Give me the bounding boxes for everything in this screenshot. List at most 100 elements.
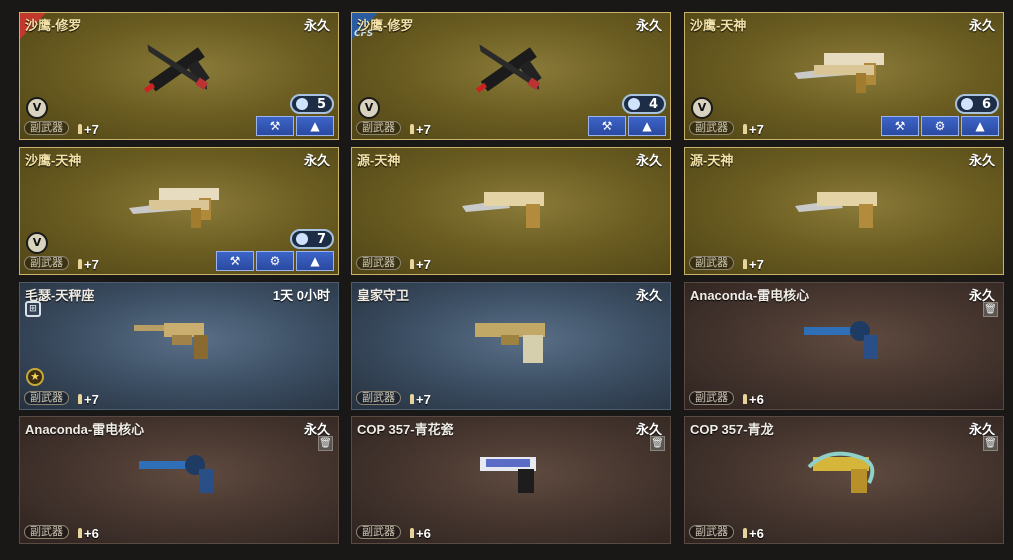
arrow-up-icon: ▲ [642,119,652,133]
category-tag: 副武器 [356,121,401,135]
weapon-card[interactable]: 沙鹰-修罗 永久 V 5 副武器 +7 ⚒ ▲ [19,12,339,140]
upgrade-level: +7 [749,122,764,137]
count-pill: 7 [290,229,334,249]
wrench-gear-icon: ⚒ [229,254,241,268]
weapon-card[interactable]: 源-天神 永久 副武器 +7 [351,147,671,275]
upgrade-level: +7 [84,392,99,407]
wrench-gear-icon: ⚒ [269,119,281,133]
bullet-icon [410,259,414,269]
upgrade-button[interactable]: ▲ [628,116,666,136]
weapon-name: COP 357-青花瓷 [357,422,454,437]
tools-button[interactable]: ⚒ [881,116,919,136]
count-pill: 6 [955,94,999,114]
upgrade-button[interactable]: ▲ [296,116,334,136]
weapon-image [143,44,210,93]
weapon-card[interactable]: Anaconda-雷电核心 永久 🗑 副武器 +6 [19,416,339,544]
category-tag: 副武器 [24,525,69,539]
upgrade-level: +6 [749,392,764,407]
upgrade-level: +6 [416,526,431,541]
v-badge-icon: V [358,97,380,119]
weapon-duration: 永久 [635,153,662,168]
bullet-icon [743,259,747,269]
arrow-up-icon: ▲ [310,254,320,268]
upgrade-level: +7 [416,122,431,137]
crystal-icon [628,98,640,110]
bullet-icon [743,528,747,538]
upgrade-level: +7 [749,257,764,272]
crystal-icon [296,233,308,245]
v-badge-icon: V [26,232,48,254]
trash-icon[interactable]: 🗑 [983,436,998,451]
v-badge-icon: V [691,97,713,119]
category-tag: 副武器 [24,121,69,135]
weapon-card[interactable]: 源-天神 永久 副武器 +7 [684,147,1004,275]
weapon-name: 源-天神 [357,153,401,168]
weapon-card[interactable]: Anaconda-雷电核心 永久 🗑 副武器 +6 [684,282,1004,410]
settings-button[interactable]: ⚙ [921,116,959,136]
weapon-card[interactable]: COP 357-青龙 永久 🗑 副武器 +6 [684,416,1004,544]
trash-icon[interactable]: 🗑 [983,302,998,317]
tools-button[interactable]: ⚒ [216,251,254,271]
arrow-up-icon: ▲ [975,119,985,133]
weapon-image [475,44,542,93]
weapon-card[interactable]: 皇家守卫 永久 副武器 +7 [351,282,671,410]
weapon-name: 皇家守卫 [357,288,410,303]
zodiac-grid-icon: ⊞ [25,301,41,317]
upgrade-button[interactable]: ▲ [961,116,999,136]
weapon-name: Anaconda-雷电核心 [25,422,145,437]
count-pill: 4 [622,94,666,114]
category-tag: 副武器 [689,391,734,405]
weapon-duration: 永久 [968,18,995,33]
weapon-image [480,457,536,493]
weapon-name: COP 357-青龙 [690,422,774,437]
upgrade-level: +7 [84,257,99,272]
weapon-image [134,323,208,359]
bullet-icon [410,528,414,538]
weapon-duration: 永久 [968,153,995,168]
settings-button[interactable]: ⚙ [256,251,294,271]
gear-icon: ⚙ [269,254,281,268]
tools-button[interactable]: ⚒ [256,116,294,136]
weapon-name: Anaconda-雷电核心 [690,288,810,303]
wrench-gear-icon: ⚒ [894,119,906,133]
weapon-name: 源-天神 [690,153,734,168]
upgrade-level: +7 [416,392,431,407]
weapon-name: 沙鹰-修罗 [357,18,414,33]
count-value: 6 [981,97,991,112]
upgrade-level: +6 [84,526,99,541]
upgrade-level: +6 [749,526,764,541]
weapon-image [475,323,545,363]
category-tag: 副武器 [689,256,734,270]
bullet-icon [78,124,82,134]
weapon-duration: 永久 [303,18,330,33]
category-tag: 副武器 [689,121,734,135]
category-tag: 副武器 [689,525,734,539]
count-value: 7 [316,232,326,247]
bullet-icon [78,394,82,404]
weapon-name: 沙鹰-修罗 [25,18,82,33]
wrench-gear-icon: ⚒ [601,119,613,133]
count-value: 5 [316,97,326,112]
category-tag: 副武器 [24,256,69,270]
trash-icon[interactable]: 🗑 [650,436,665,451]
tools-button[interactable]: ⚒ [588,116,626,136]
weapon-name: 沙鹰-天神 [25,153,82,168]
weapon-card[interactable]: CFS 沙鹰-修罗 永久 V 4 副武器 +7 ⚒ ▲ [351,12,671,140]
weapon-duration: 永久 [635,288,662,303]
trash-icon[interactable]: 🗑 [318,436,333,451]
weapon-card[interactable]: COP 357-青花瓷 永久 🗑 副武器 +6 [351,416,671,544]
weapon-image [462,192,544,228]
weapon-image [139,455,213,493]
weapon-card[interactable]: 沙鹰-天神 永久 V 7 副武器 +7 ⚒ ⚙ ▲ [19,147,339,275]
bullet-icon [743,394,747,404]
weapon-card[interactable]: 毛瑟-天秤座 1天 0小时 ⊞ ★ 副武器 +7 [19,282,339,410]
bullet-icon [410,124,414,134]
bullet-icon [410,394,414,404]
weapon-image [807,451,875,493]
upgrade-level: +7 [416,257,431,272]
weapon-card[interactable]: 沙鹰-天神 永久 V 6 副武器 +7 ⚒ ⚙ ▲ [684,12,1004,140]
upgrade-button[interactable]: ▲ [296,251,334,271]
weapon-duration: 永久 [303,153,330,168]
weapon-image [794,53,884,93]
weapon-duration: 永久 [635,18,662,33]
